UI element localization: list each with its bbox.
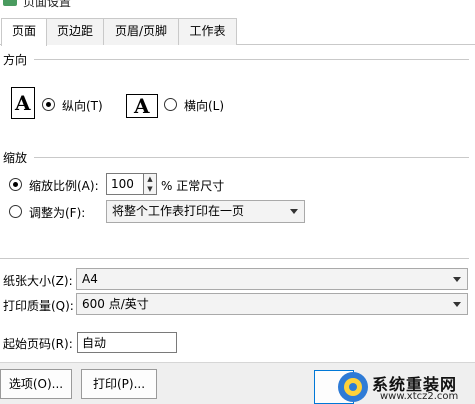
chevron-down-icon [453, 302, 461, 307]
fit-to-radio[interactable] [9, 205, 22, 218]
options-button[interactable]: 选项(O)... [0, 369, 72, 399]
paper-size-label: 纸张大小(Z): [3, 274, 73, 288]
chevron-down-icon [290, 209, 298, 214]
print-button[interactable]: 打印(P)... [81, 369, 157, 399]
title-bar: 页面设置 [0, 0, 475, 16]
tab-header-footer[interactable]: 页眉/页脚 [103, 18, 179, 45]
scaling-section-label: 缩放 [3, 149, 32, 166]
print-quality-label: 打印质量(Q): [3, 299, 74, 313]
portrait-radio[interactable] [42, 98, 55, 111]
fit-to-select[interactable]: 将整个工作表打印在一页 [106, 200, 305, 223]
spin-down-icon[interactable]: ▼ [144, 184, 156, 194]
landscape-label: 横向(L) [184, 99, 225, 113]
tab-page[interactable]: 页面 [1, 18, 47, 46]
portrait-label: 纵向(T) [62, 99, 103, 113]
scale-percent-label: 缩放比例(A): [29, 179, 99, 193]
fit-to-label: 调整为(F): [29, 206, 86, 220]
print-quality-value: 600 点/英寸 [82, 297, 149, 311]
tab-sheet[interactable]: 工作表 [178, 18, 237, 45]
orientation-section-label: 方向 [3, 51, 32, 68]
fit-to-select-value: 将整个工作表打印在一页 [112, 204, 245, 218]
first-page-number-input[interactable]: 自动 [77, 332, 177, 353]
tab-bar: 页面 页边距 页眉/页脚 工作表 [0, 16, 475, 46]
scale-percent-radio[interactable] [9, 178, 22, 191]
spin-up-icon[interactable]: ▲ [144, 174, 156, 184]
scale-percent-input[interactable]: 100 [106, 173, 144, 195]
landscape-page-icon: A [126, 94, 158, 118]
scaling-divider [34, 157, 469, 158]
paper-divider [0, 258, 469, 259]
chevron-down-icon [453, 277, 461, 282]
paper-size-select[interactable]: A4 [76, 268, 468, 290]
watermark-url: www.xtcz2.com [380, 391, 459, 402]
tab-margins[interactable]: 页边距 [46, 18, 104, 45]
landscape-radio[interactable] [164, 98, 177, 111]
site-logo-icon [338, 372, 368, 402]
first-page-number-label: 起始页码(R): [3, 337, 73, 351]
scale-percent-suffix: % 正常尺寸 [161, 179, 225, 193]
portrait-page-icon: A [11, 87, 35, 119]
scale-percent-spinner[interactable]: ▲ ▼ [143, 173, 157, 195]
paper-size-value: A4 [82, 272, 98, 286]
app-icon [3, 0, 17, 6]
window-title: 页面设置 [23, 0, 72, 9]
site-watermark: 系统重装网 www.xtcz2.com [338, 370, 475, 404]
orientation-divider [34, 59, 469, 60]
print-quality-select[interactable]: 600 点/英寸 [76, 293, 468, 315]
